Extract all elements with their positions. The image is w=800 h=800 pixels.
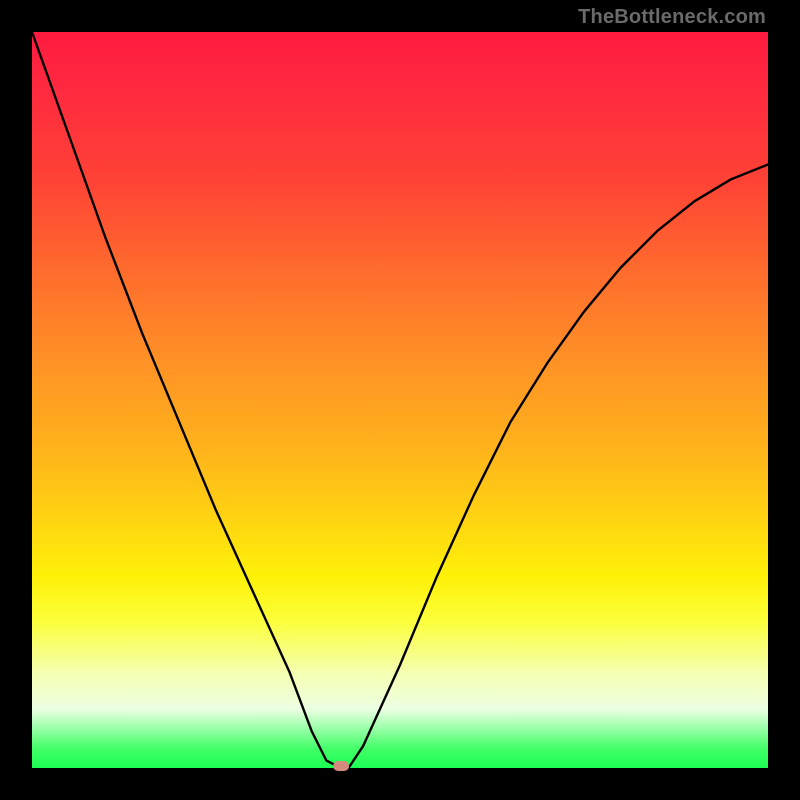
chart-frame: TheBottleneck.com	[0, 0, 800, 800]
bottleneck-curve	[32, 32, 768, 768]
watermark-text: TheBottleneck.com	[578, 6, 766, 29]
curve-layer	[32, 32, 768, 768]
optimal-point-marker	[333, 761, 349, 771]
